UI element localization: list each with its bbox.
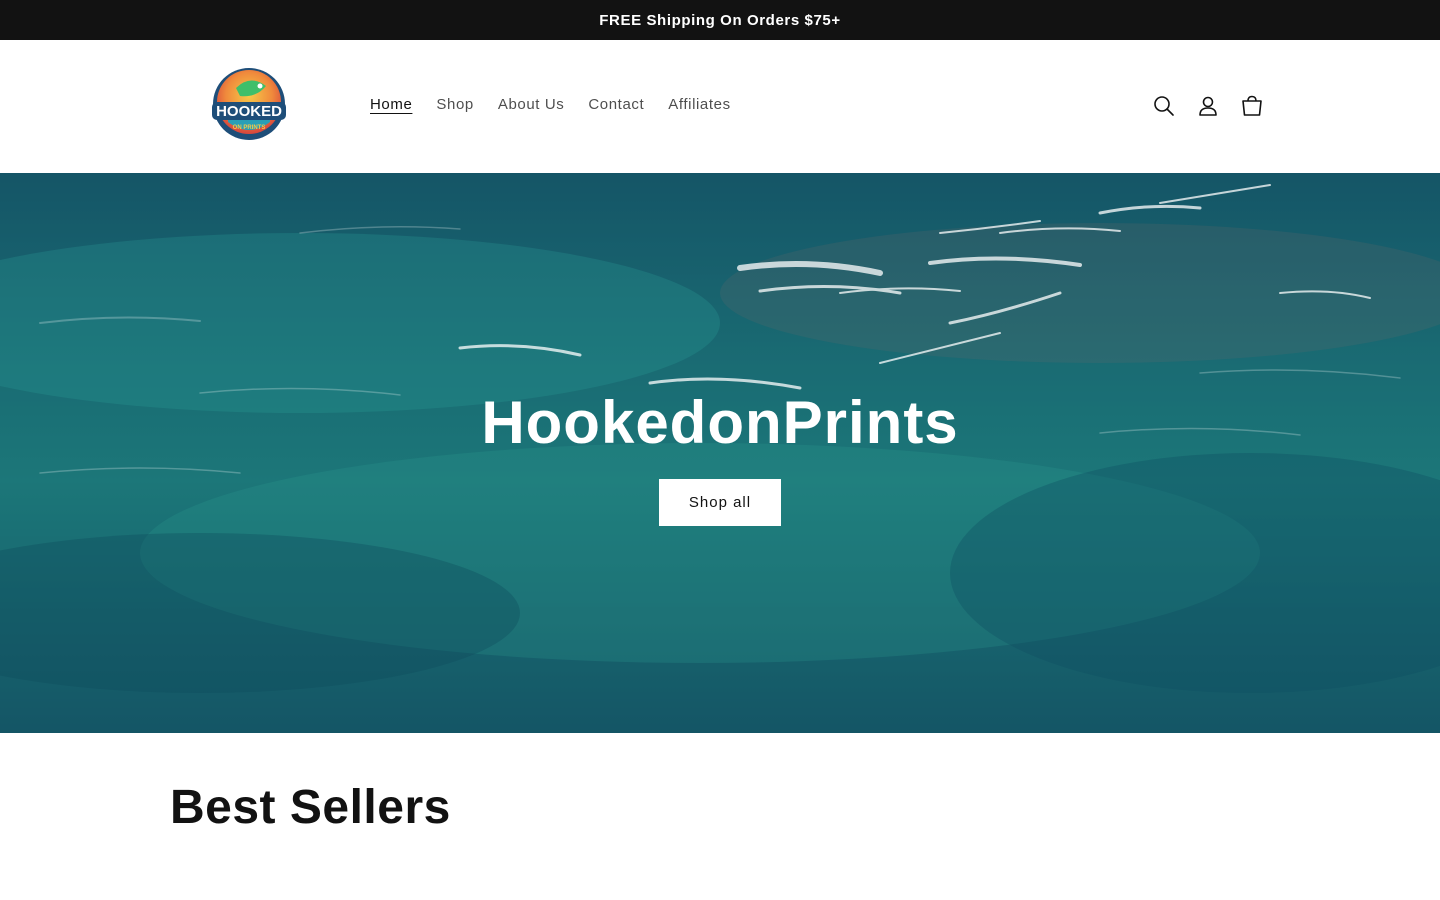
announcement-bar: FREE Shipping On Orders $75+ xyxy=(0,0,1440,40)
logo-image: HOOKED ON PRINTS xyxy=(212,68,286,140)
hero-title: HookedonPrints xyxy=(481,389,959,456)
nav-about-us[interactable]: About Us xyxy=(486,92,577,117)
hero-banner: HookedonPrints Shop all xyxy=(0,173,1440,733)
nav-contact[interactable]: Contact xyxy=(576,92,656,117)
cart-icon xyxy=(1242,95,1262,116)
search-icon xyxy=(1154,96,1174,116)
site-header: HOOKED ON PRINTS Home Shop About Us Cont… xyxy=(0,40,1440,173)
section-title-best-sellers: Best Sellers xyxy=(170,781,451,834)
shop-all-button[interactable]: Shop all xyxy=(659,479,781,526)
account-button[interactable] xyxy=(1186,84,1230,128)
cart-button[interactable] xyxy=(1230,84,1274,128)
logo-text: HOOKED xyxy=(216,103,282,120)
nav-home[interactable]: Home xyxy=(358,92,424,117)
header-icons xyxy=(1142,84,1274,128)
logo-subtext: ON PRINTS xyxy=(233,125,266,131)
nav-shop[interactable]: Shop xyxy=(424,92,485,117)
site-logo[interactable]: HOOKED ON PRINTS xyxy=(206,66,292,146)
search-button[interactable] xyxy=(1142,84,1186,128)
account-icon xyxy=(1199,96,1217,116)
main-nav: Home Shop About Us Contact Affiliates xyxy=(358,92,743,117)
nav-affiliates[interactable]: Affiliates xyxy=(656,92,742,117)
announcement-text: FREE Shipping On Orders $75+ xyxy=(599,11,841,29)
